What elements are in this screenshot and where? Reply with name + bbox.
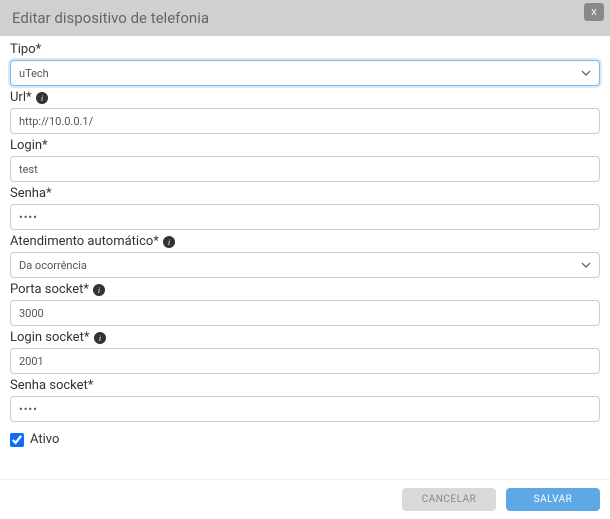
url-label: Url* i [10, 90, 600, 105]
field-login: Login* [10, 138, 600, 182]
modal-title: Editar dispositivo de telefonia [12, 9, 209, 27]
info-icon[interactable]: i [36, 92, 48, 104]
url-input[interactable] [10, 108, 600, 134]
porta-socket-label: Porta socket* i [10, 282, 600, 297]
login-input[interactable] [10, 156, 600, 182]
login-socket-label: Login socket* i [10, 330, 600, 345]
atendimento-label: Atendimento automático* i [10, 234, 600, 249]
field-senha: Senha* [10, 186, 600, 230]
field-atendimento: Atendimento automático* i Da ocorrência [10, 234, 600, 278]
field-senha-socket: Senha socket* [10, 378, 600, 422]
modal-body: Tipo* uTech Url* i Login* Senha* Atendim… [0, 36, 610, 451]
tipo-label: Tipo* [10, 42, 600, 57]
senha-socket-label: Senha socket* [10, 378, 600, 393]
ativo-checkbox[interactable] [10, 433, 24, 447]
field-tipo: Tipo* uTech [10, 42, 600, 86]
info-icon[interactable]: i [163, 236, 175, 248]
senha-label: Senha* [10, 186, 600, 201]
modal-header: Editar dispositivo de telefonia x [0, 0, 610, 36]
field-url: Url* i [10, 90, 600, 134]
close-button[interactable]: x [584, 3, 604, 21]
senha-socket-input[interactable] [10, 396, 600, 422]
cancel-button[interactable]: CANCELAR [402, 488, 496, 511]
tipo-select[interactable]: uTech [10, 60, 600, 86]
info-icon[interactable]: i [94, 332, 106, 344]
porta-socket-input[interactable] [10, 300, 600, 326]
ativo-label[interactable]: Ativo [30, 432, 59, 447]
atendimento-select[interactable]: Da ocorrência [10, 252, 600, 278]
info-icon[interactable]: i [93, 284, 105, 296]
field-ativo: Ativo [10, 426, 600, 451]
modal-footer: CANCELAR SALVAR [0, 479, 610, 519]
field-login-socket: Login socket* i [10, 330, 600, 374]
field-porta-socket: Porta socket* i [10, 282, 600, 326]
save-button[interactable]: SALVAR [506, 488, 600, 511]
login-label: Login* [10, 138, 600, 153]
login-socket-input[interactable] [10, 348, 600, 374]
senha-input[interactable] [10, 204, 600, 230]
